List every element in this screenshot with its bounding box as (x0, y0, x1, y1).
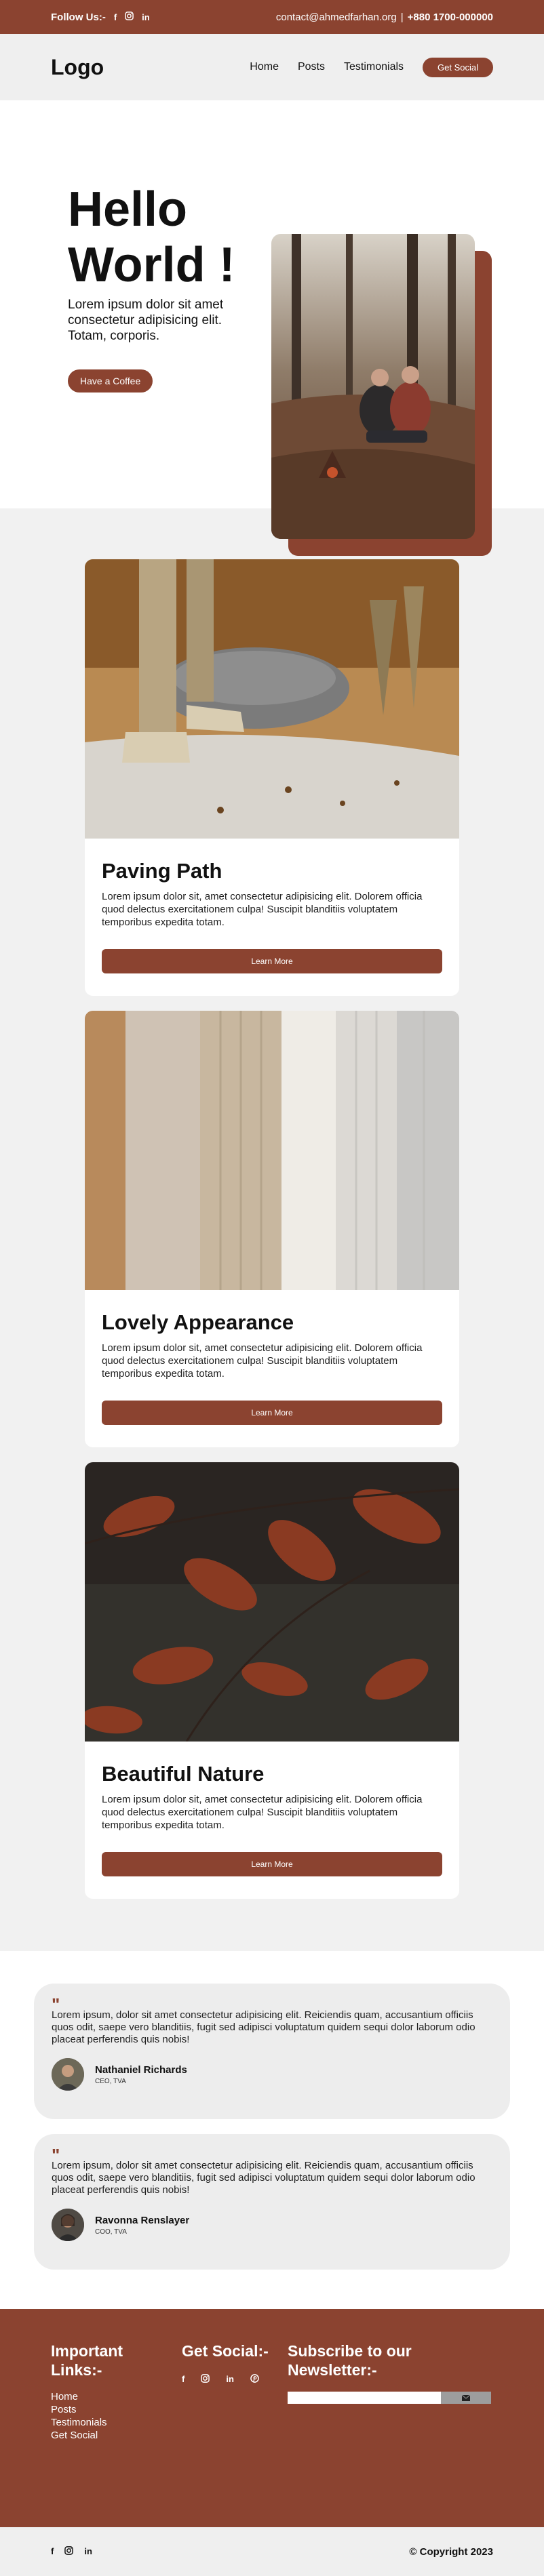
newsletter-submit-button[interactable] (440, 2392, 491, 2404)
testimonial-person: Nathaniel Richards CEO, TVA (52, 2058, 492, 2091)
envelope-icon (461, 2394, 470, 2401)
linkedin-icon[interactable]: in (84, 2546, 92, 2557)
contact-separator: | (400, 11, 404, 23)
instagram-icon[interactable] (201, 2374, 210, 2385)
testimonials-section: " Lorem ipsum, dolor sit amet consectetu… (0, 1951, 544, 2309)
avatar (52, 2209, 84, 2241)
follow-us-group: Follow Us:- f in (51, 12, 150, 23)
post-title: Beautiful Nature (102, 1762, 265, 1786)
footer-link-home[interactable]: Home (51, 2390, 182, 2403)
get-social-button[interactable]: Get Social (423, 57, 493, 77)
learn-more-button[interactable]: Learn More (102, 949, 442, 973)
post-card-beautiful-nature: Beautiful Nature Lorem ipsum dolor sit, … (85, 1462, 459, 1899)
post-title: Paving Path (102, 859, 222, 883)
top-bar: Follow Us:- f in contact@ahmedfarhan.org… (0, 0, 544, 34)
testimonial-role: COO, TVA (95, 2228, 127, 2236)
instagram-icon[interactable] (64, 2546, 74, 2557)
post-body: Beautiful Nature Lorem ipsum dolor sit, … (85, 1742, 459, 1876)
nav-links: Home Posts Testimonials Get Social (250, 57, 493, 77)
nav-link-home[interactable]: Home (250, 61, 279, 73)
bottom-bar: f in © Copyright 2023 (0, 2527, 544, 2576)
learn-more-button[interactable]: Learn More (102, 1401, 442, 1425)
post-text: Lorem ipsum dolor sit, amet consectetur … (102, 891, 423, 928)
nav-link-posts[interactable]: Posts (298, 61, 325, 73)
hero-photo (271, 234, 475, 539)
hero-title-line1: Hello (68, 182, 188, 237)
facebook-icon[interactable]: f (51, 2546, 54, 2557)
newsletter-form (288, 2392, 491, 2404)
footer-social-column: Get Social:- f in (182, 2341, 288, 2527)
hero-section: Hello World ! Lorem ipsum dolor sit amet… (0, 100, 544, 556)
facebook-icon[interactable]: f (114, 12, 117, 22)
linkedin-icon[interactable]: in (226, 2374, 234, 2385)
bottom-social-icons: f in (51, 2546, 92, 2557)
navbar: Logo Home Posts Testimonials Get Social (0, 34, 544, 100)
post-image-lovely-appearance (85, 1011, 459, 1290)
hero-title-line2: World ! (68, 238, 235, 292)
post-card-paving-path: Paving Path Lorem ipsum dolor sit, amet … (85, 559, 459, 996)
post-body: Lovely Appearance Lorem ipsum dolor sit,… (85, 1290, 459, 1425)
facebook-icon[interactable]: f (182, 2374, 184, 2385)
footer-link-get-social[interactable]: Get Social (51, 2429, 182, 2442)
testimonial-name: Ravonna Renslayer (95, 2214, 190, 2226)
footer-social-icons: f in (182, 2374, 288, 2385)
posts-section: Paving Path Lorem ipsum dolor sit, amet … (0, 508, 544, 1951)
post-image-paving-path (85, 559, 459, 839)
footer-link-testimonials[interactable]: Testimonials (51, 2416, 182, 2429)
instagram-icon[interactable] (125, 12, 134, 22)
footer-newsletter-column: Subscribe to our Newsletter:- (288, 2341, 491, 2527)
hero-title: Hello World ! (68, 182, 235, 293)
testimonial-text: Lorem ipsum, dolor sit amet consectetur … (52, 2160, 475, 2196)
testimonial-text: Lorem ipsum, dolor sit amet consectetur … (52, 2009, 475, 2045)
linkedin-icon[interactable]: in (142, 12, 150, 22)
quote-icon: " (52, 1994, 60, 2015)
testimonial-card: " Lorem ipsum, dolor sit amet consectetu… (34, 1984, 510, 2119)
post-card-lovely-appearance: Lovely Appearance Lorem ipsum dolor sit,… (85, 1011, 459, 1447)
footer: Important Links:- Home Posts Testimonial… (0, 2309, 544, 2527)
newsletter-title: Subscribe to our Newsletter:- (288, 2342, 412, 2379)
newsletter-email-input[interactable] (288, 2392, 441, 2404)
quote-icon: " (52, 2145, 60, 2165)
have-a-coffee-button[interactable]: Have a Coffee (68, 369, 153, 393)
footer-social-title: Get Social:- (182, 2342, 269, 2360)
footer-links-column: Important Links:- Home Posts Testimonial… (51, 2341, 182, 2527)
contact-email[interactable]: contact@ahmedfarhan.org (276, 12, 397, 23)
contact-phone[interactable]: +880 1700-000000 (408, 12, 493, 23)
learn-more-button[interactable]: Learn More (102, 1852, 442, 1876)
testimonial-person: Ravonna Renslayer COO, TVA (52, 2209, 492, 2241)
follow-us-label: Follow Us:- (51, 11, 106, 23)
nav-link-testimonials[interactable]: Testimonials (344, 61, 404, 73)
footer-links: Home Posts Testimonials Get Social (51, 2390, 182, 2442)
pinterest-icon[interactable] (250, 2374, 259, 2385)
post-text: Lorem ipsum dolor sit, amet consectetur … (102, 1342, 423, 1380)
footer-link-posts[interactable]: Posts (51, 2403, 182, 2416)
testimonial-role: CEO, TVA (95, 2077, 126, 2085)
post-body: Paving Path Lorem ipsum dolor sit, amet … (85, 839, 459, 973)
post-text: Lorem ipsum dolor sit, amet consectetur … (102, 1794, 423, 1831)
site-logo[interactable]: Logo (51, 55, 104, 80)
contact-group: contact@ahmedfarhan.org | +880 1700-0000… (276, 12, 493, 23)
avatar (52, 2058, 84, 2091)
testimonial-card: " Lorem ipsum, dolor sit amet consectetu… (34, 2134, 510, 2270)
testimonial-name: Nathaniel Richards (95, 2064, 187, 2076)
footer-links-title: Important Links:- (51, 2342, 123, 2379)
post-title: Lovely Appearance (102, 1310, 294, 1334)
copyright-text: © Copyright 2023 (409, 2545, 493, 2558)
hero-description: Lorem ipsum dolor sit amet consectetur a… (68, 298, 224, 343)
post-image-beautiful-nature (85, 1462, 459, 1742)
